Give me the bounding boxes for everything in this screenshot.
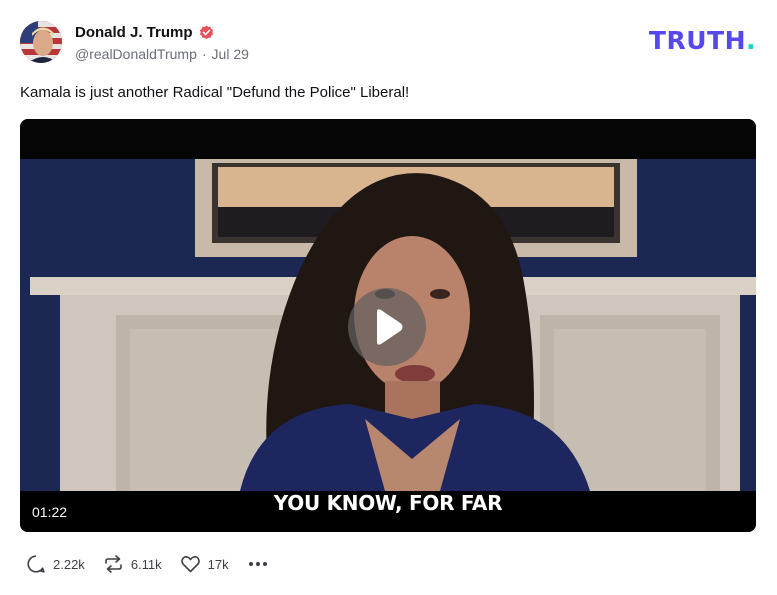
avatar-image bbox=[20, 21, 62, 63]
truth-post: Donald J. Trump @realDonaldTrump · Jul 2… bbox=[0, 0, 777, 595]
retruth-count: 6.11k bbox=[130, 556, 162, 572]
verified-badge-icon bbox=[199, 25, 214, 40]
name-row: Donald J. Trump bbox=[75, 22, 249, 42]
video-player[interactable]: YOU KNOW, FOR FAR 01:22 bbox=[20, 119, 756, 532]
post-date[interactable]: Jul 29 bbox=[212, 46, 249, 62]
retruth-button[interactable]: 6.11k bbox=[103, 554, 162, 574]
post-text: Kamala is just another Radical "Defund t… bbox=[20, 84, 410, 101]
like-button[interactable]: 17k bbox=[180, 554, 229, 574]
more-options-button[interactable] bbox=[247, 554, 269, 574]
video-duration: 01:22 bbox=[32, 504, 68, 520]
play-icon bbox=[377, 309, 403, 345]
reply-button[interactable]: 2.22k bbox=[26, 554, 85, 574]
video-caption: YOU KNOW, FOR FAR bbox=[273, 491, 503, 515]
more-dots-icon bbox=[248, 562, 267, 566]
avatar[interactable] bbox=[20, 21, 62, 63]
logo-dot: . bbox=[746, 26, 756, 55]
author-handle[interactable]: @realDonaldTrump bbox=[75, 46, 197, 62]
meta-separator: · bbox=[201, 46, 207, 62]
like-count: 17k bbox=[207, 556, 229, 572]
logo-text: TRUTH bbox=[648, 26, 746, 55]
author-block: Donald J. Trump @realDonaldTrump · Jul 2… bbox=[75, 22, 249, 63]
meta-row: @realDonaldTrump · Jul 29 bbox=[75, 46, 249, 62]
repost-icon bbox=[105, 555, 122, 573]
play-button[interactable] bbox=[348, 288, 426, 366]
reply-count: 2.22k bbox=[53, 556, 85, 572]
comment-icon bbox=[27, 555, 45, 573]
truth-logo: TRUTH. bbox=[649, 28, 756, 53]
author-name[interactable]: Donald J. Trump bbox=[75, 24, 193, 41]
heart-icon bbox=[180, 556, 200, 573]
action-bar: 2.22k 6.11k 17k bbox=[26, 554, 287, 574]
